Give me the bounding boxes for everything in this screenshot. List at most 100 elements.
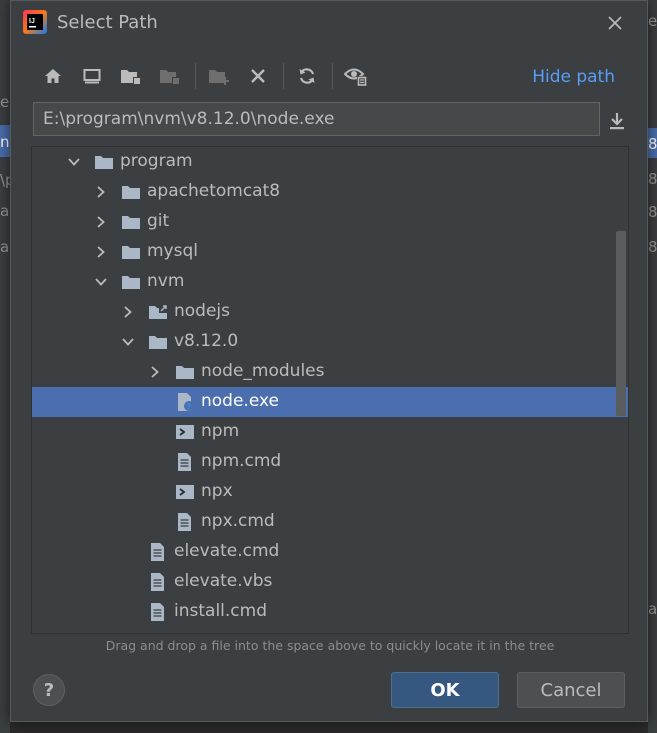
tree-row[interactable]: node_modules xyxy=(32,357,628,387)
background-text: e xyxy=(0,93,10,111)
tree-item-label: git xyxy=(147,211,170,231)
title-bar[interactable]: IJ Select Path xyxy=(11,1,647,45)
text-file-icon xyxy=(148,602,168,622)
folder-icon xyxy=(94,152,114,172)
background-text: e xyxy=(648,12,657,30)
tree-row[interactable]: mysql xyxy=(32,237,628,267)
background-text: 8 xyxy=(648,203,657,221)
tree-item-label: elevate.cmd xyxy=(174,541,280,561)
file-tree[interactable]: program apachetomcat8 git mysql nvm nodejs v8.… xyxy=(31,146,629,634)
close-icon xyxy=(608,16,622,30)
background-ide-panel-right xyxy=(648,0,657,733)
tree-row[interactable]: ? node.exe xyxy=(32,387,628,417)
tree-item-label: program xyxy=(120,151,193,171)
home-directory-button[interactable] xyxy=(39,61,67,91)
module-directory-button[interactable] xyxy=(156,61,184,91)
toolbar-separator xyxy=(283,63,284,89)
dialog-title: Select Path xyxy=(57,12,158,33)
drag-drop-hint: Drag and drop a file into the space abov… xyxy=(105,638,555,653)
tree-row[interactable]: git xyxy=(32,207,628,237)
chevron-right-icon[interactable] xyxy=(93,184,109,200)
folder-icon xyxy=(148,332,168,352)
tree-item-label: nvm xyxy=(147,271,185,291)
tree-row[interactable]: npm.cmd xyxy=(32,447,628,477)
tree-row[interactable]: npm xyxy=(32,417,628,447)
tree-item-label: v8.12.0 xyxy=(174,331,239,351)
module-folder-icon xyxy=(160,70,180,85)
close-button[interactable] xyxy=(603,11,627,35)
folder-icon xyxy=(121,272,141,292)
tree-scrollbar[interactable] xyxy=(616,231,626,416)
text-file-icon xyxy=(148,572,168,592)
tree-row[interactable]: nvm xyxy=(32,267,628,297)
toolbar-separator xyxy=(332,63,333,89)
refresh-button[interactable] xyxy=(293,61,321,91)
new-folder-button[interactable] xyxy=(205,61,233,91)
tree-row[interactable]: apachetomcat8 xyxy=(32,177,628,207)
delete-button[interactable] xyxy=(244,61,272,91)
svg-text:?: ? xyxy=(186,403,191,412)
tree-item-label: apachetomcat8 xyxy=(147,181,281,201)
symlink-folder-icon xyxy=(148,302,168,322)
chevron-down-icon[interactable] xyxy=(93,274,109,290)
folder-icon xyxy=(121,212,141,232)
show-hidden-files-button[interactable] xyxy=(342,61,370,91)
tree-row[interactable]: npx xyxy=(32,477,628,507)
folder-icon xyxy=(175,362,195,382)
chevron-right-icon[interactable] xyxy=(93,214,109,230)
tree-row[interactable]: elevate.vbs xyxy=(32,567,628,597)
svg-text:IJ: IJ xyxy=(29,18,35,25)
folder-icon xyxy=(121,182,141,202)
download-icon xyxy=(610,113,624,130)
refresh-icon xyxy=(299,68,315,84)
show-hidden-icon xyxy=(344,68,367,86)
chevron-down-icon[interactable] xyxy=(120,334,136,350)
tree-item-label: node.exe xyxy=(201,391,279,411)
toolbar-separator xyxy=(195,63,196,89)
home-icon xyxy=(45,69,61,83)
tree-row[interactable]: elevate.cmd xyxy=(32,537,628,567)
tree-item-label: mysql xyxy=(147,241,198,261)
tree-row[interactable]: install.cmd xyxy=(32,597,628,627)
script-file-icon xyxy=(175,422,195,442)
script-file-icon xyxy=(175,482,195,502)
tree-item-label: nodejs xyxy=(174,301,231,321)
chevron-right-icon[interactable] xyxy=(93,244,109,260)
folder-icon xyxy=(121,242,141,262)
toolbar: Hide path xyxy=(33,61,633,93)
text-file-icon xyxy=(148,542,168,562)
tree-item-label: npm xyxy=(201,421,240,441)
tree-row[interactable]: nodejs xyxy=(32,297,628,327)
tree-item-label: node_modules xyxy=(201,361,325,381)
text-file-icon xyxy=(175,512,195,532)
download-path-button[interactable] xyxy=(603,107,631,135)
background-text: a xyxy=(0,238,10,256)
background-text: 8 xyxy=(648,238,657,256)
tree-item-label: elevate.vbs xyxy=(174,571,273,591)
chevron-down-icon[interactable] xyxy=(66,154,82,170)
ok-button[interactable]: OK xyxy=(391,672,499,708)
project-directory-button[interactable] xyxy=(117,61,145,91)
desktop-icon xyxy=(83,69,101,84)
help-button[interactable]: ? xyxy=(33,674,65,706)
tree-row[interactable]: v8.12.0 xyxy=(32,327,628,357)
new-folder-icon xyxy=(209,70,229,85)
project-folder-icon xyxy=(121,70,141,85)
path-input[interactable] xyxy=(33,102,600,136)
chevron-right-icon[interactable] xyxy=(147,364,163,380)
select-path-dialog: IJ Select Path Hide path E:\program\nvm\… xyxy=(10,0,648,722)
tree-row[interactable]: program xyxy=(32,147,628,177)
desktop-directory-button[interactable] xyxy=(78,61,106,91)
unknown-file-icon: ? xyxy=(175,392,195,412)
chevron-right-icon[interactable] xyxy=(120,304,136,320)
cancel-button[interactable]: Cancel xyxy=(517,672,625,708)
tree-item-label: npm.cmd xyxy=(201,451,282,471)
background-text: 8 xyxy=(648,170,657,188)
text-file-icon xyxy=(175,452,195,472)
tree-row[interactable]: npx.cmd xyxy=(32,507,628,537)
background-text: a xyxy=(0,202,10,220)
hide-path-link[interactable]: Hide path xyxy=(532,67,615,87)
delete-icon xyxy=(251,69,265,83)
background-text: 8 xyxy=(648,135,657,153)
background-text: n xyxy=(0,133,10,151)
